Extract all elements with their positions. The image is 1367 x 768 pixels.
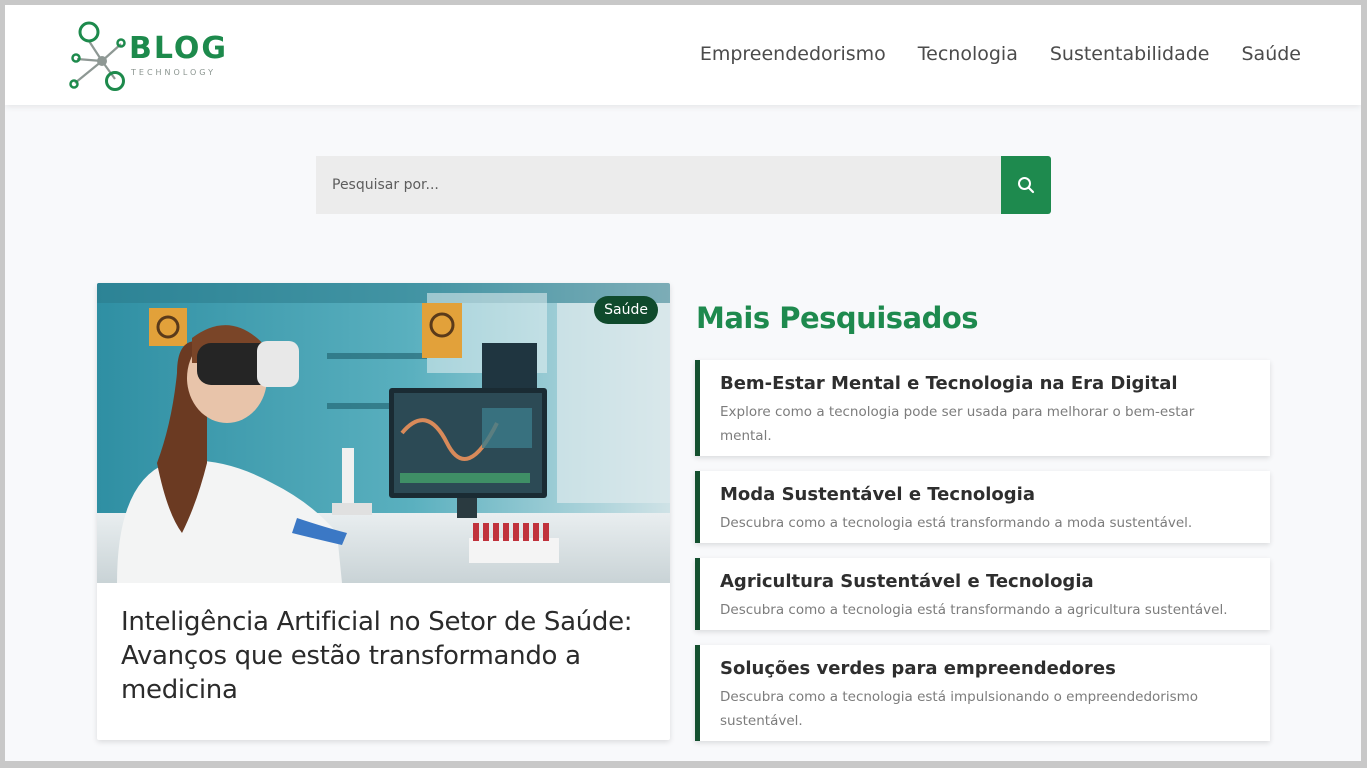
logo-word: BLOG — [129, 31, 229, 66]
list-item-description: Descubra como a tecnologia está transfor… — [720, 602, 1228, 618]
main-nav: Empreendedorismo Tecnologia Sustentabili… — [700, 43, 1301, 65]
category-badge[interactable]: Saúde — [594, 296, 658, 324]
nav-link-sustentabilidade[interactable]: Sustentabilidade — [1050, 43, 1210, 65]
search-input[interactable] — [316, 156, 1001, 214]
list-item[interactable]: Moda Sustentável e Tecnologia Descubra c… — [695, 471, 1270, 543]
list-item-description: Descubra como a tecnologia está transfor… — [720, 515, 1193, 531]
search-button[interactable] — [1001, 156, 1051, 214]
page: BLOG TECHNOLOGY Empreendedorismo Tecnolo… — [2, 2, 1364, 764]
nav-link-tecnologia[interactable]: Tecnologia — [918, 43, 1018, 65]
list-item[interactable]: Soluções verdes para empreendedores Desc… — [695, 645, 1270, 741]
list-item-title: Moda Sustentável e Tecnologia — [720, 484, 1035, 505]
list-item-description: Explore como a tecnologia pode ser usada… — [720, 404, 1195, 444]
nav-link-saude[interactable]: Saúde — [1242, 43, 1302, 65]
list-item-title: Bem-Estar Mental e Tecnologia na Era Dig… — [720, 373, 1178, 394]
list-item[interactable]: Agricultura Sustentável e Tecnologia Des… — [695, 558, 1270, 630]
most-searched-heading: Mais Pesquisados — [696, 301, 979, 335]
list-item-description: Descubra como a tecnologia está impulsio… — [720, 689, 1199, 729]
site-header: BLOG TECHNOLOGY Empreendedorismo Tecnolo… — [5, 5, 1361, 105]
featured-article-title[interactable]: Inteligência Artificial no Setor de Saúd… — [121, 605, 646, 707]
nav-link-empreendedorismo[interactable]: Empreendedorismo — [700, 43, 886, 65]
list-item[interactable]: Bem-Estar Mental e Tecnologia na Era Dig… — [695, 360, 1270, 456]
list-item-title: Agricultura Sustentável e Tecnologia — [720, 571, 1094, 592]
featured-article-image[interactable] — [97, 283, 670, 583]
list-item-title: Soluções verdes para empreendedores — [720, 658, 1116, 679]
most-searched-list: Bem-Estar Mental e Tecnologia na Era Dig… — [695, 360, 1270, 756]
search-icon — [1018, 177, 1035, 194]
featured-article-card[interactable]: Saúde Inteligência Artificial no Setor d… — [97, 283, 670, 740]
logo-subtitle: TECHNOLOGY — [131, 68, 216, 77]
search-bar — [316, 156, 1051, 214]
network-logo-icon — [69, 21, 126, 91]
logo[interactable]: BLOG TECHNOLOGY — [65, 17, 240, 93]
